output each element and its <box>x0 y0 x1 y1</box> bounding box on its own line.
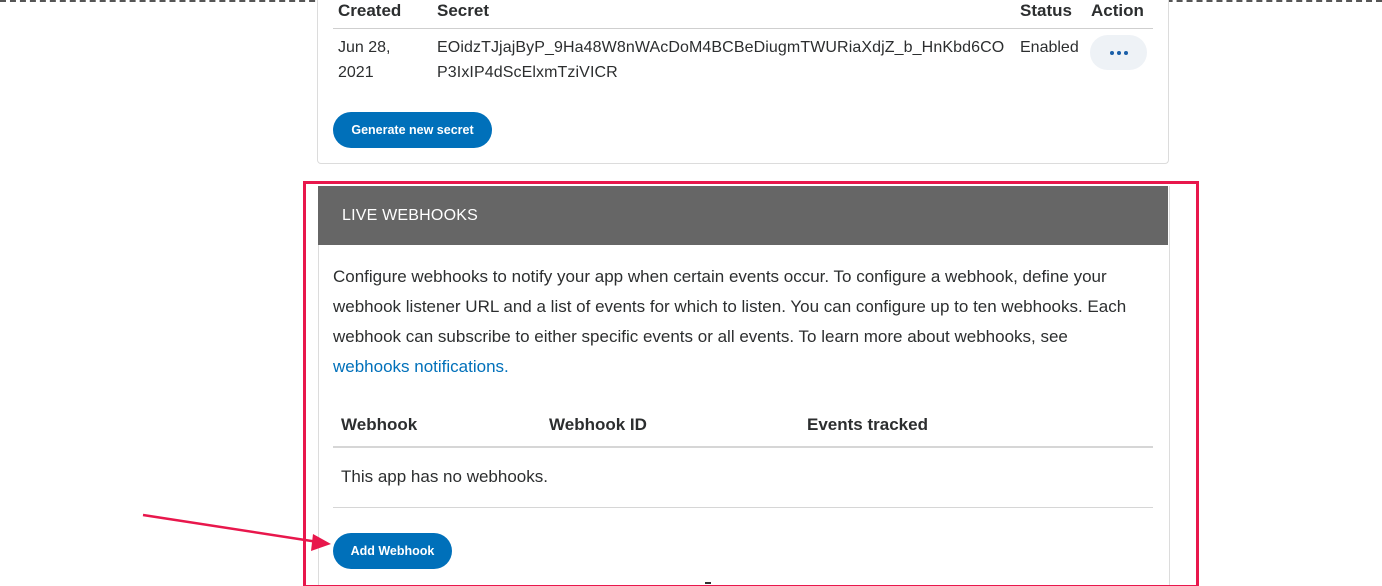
secrets-header-status: Status <box>1020 1 1072 20</box>
webhooks-column-id: Webhook ID <box>549 415 647 434</box>
live-webhooks-card <box>318 186 1170 586</box>
secrets-header-divider <box>333 28 1153 29</box>
bottom-marker <box>705 582 711 584</box>
secret-created-date: Jun 28, 2021 <box>338 39 391 81</box>
webhooks-title: LIVE WEBHOOKS <box>342 207 478 224</box>
webhooks-row-divider <box>333 507 1153 508</box>
secret-action-button[interactable] <box>1090 35 1147 70</box>
secrets-header-secret: Secret <box>437 1 489 20</box>
webhooks-column-events: Events tracked <box>807 415 928 434</box>
webhooks-empty-message: This app has no webhooks. <box>341 467 548 486</box>
webhooks-notifications-link[interactable]: webhooks notifications. <box>333 357 509 376</box>
more-dots-icon <box>1109 50 1128 55</box>
add-webhook-button[interactable]: Add Webhook <box>333 533 452 569</box>
secrets-header-action: Action <box>1091 1 1144 20</box>
secret-value: EOidzTJjajByP_9Ha48W8nWAcDoM4BCBeDiugmTW… <box>437 39 1005 81</box>
secret-status: Enabled <box>1020 39 1079 56</box>
generate-new-secret-button[interactable]: Generate new secret <box>333 112 492 148</box>
webhooks-column-webhook: Webhook <box>341 415 418 434</box>
secrets-header-created: Created <box>338 1 402 20</box>
page: Created Secret Status Action Jun 28, 202… <box>0 0 1382 586</box>
webhooks-header-divider <box>333 446 1153 448</box>
webhooks-description: Configure webhooks to notify your app wh… <box>333 262 1148 382</box>
webhooks-description-text: Configure webhooks to notify your app wh… <box>333 267 1127 346</box>
